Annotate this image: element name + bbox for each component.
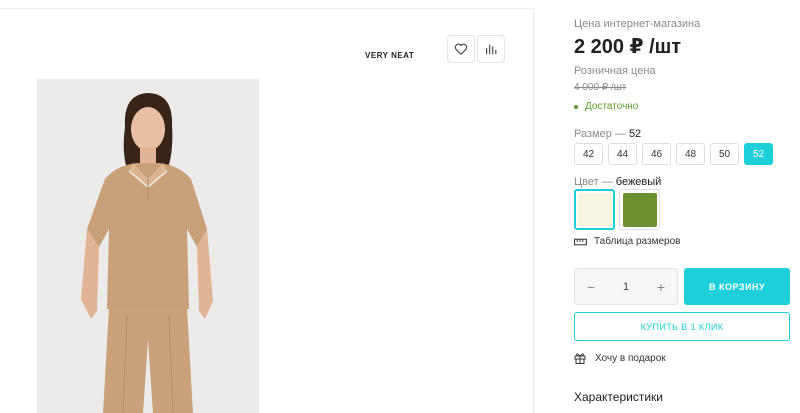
size-label: Размер — 52	[574, 128, 641, 140]
quantity-minus-button[interactable]: −	[587, 279, 595, 295]
size-option[interactable]: 44	[608, 143, 637, 165]
size-table-link[interactable]: Таблица размеров	[574, 236, 680, 247]
online-price-label: Цена интернет-магазина	[574, 18, 701, 30]
retail-price: 4 000 ₽ /шт	[574, 82, 627, 93]
specs-heading[interactable]: Характеристики	[574, 390, 663, 404]
quantity-stepper: − 1 +	[574, 268, 678, 305]
buy-one-click-button[interactable]: КУПИТЬ В 1 КЛИК	[574, 312, 790, 341]
size-table-label: Таблица размеров	[594, 236, 681, 247]
color-label-text: Цвет	[574, 176, 599, 188]
size-selector: 42 44 46 48 50 52	[574, 143, 778, 165]
size-separator: —	[614, 128, 626, 140]
size-option[interactable]: 50	[710, 143, 739, 165]
color-swatch[interactable]	[619, 189, 660, 230]
size-option[interactable]: 48	[676, 143, 705, 165]
quantity-plus-button[interactable]: +	[657, 279, 665, 295]
stock-status-text: Достаточно	[585, 101, 639, 112]
product-page: VERY NEAT Цена интернет-магазина 2 200 ₽…	[0, 0, 800, 413]
size-option[interactable]: 46	[642, 143, 671, 165]
brand-name: VERY NEAT	[365, 51, 415, 60]
favorite-button[interactable]	[447, 35, 475, 63]
quantity-value[interactable]: 1	[623, 281, 629, 293]
size-option-selected[interactable]: 52	[744, 143, 773, 165]
size-option[interactable]: 42	[574, 143, 603, 165]
gift-link-label: Хочу в подарок	[595, 352, 666, 364]
bar-chart-icon	[486, 44, 497, 55]
product-photo[interactable]	[37, 79, 259, 413]
stock-dot-icon	[574, 104, 578, 109]
color-swatch-fill	[577, 192, 612, 227]
stock-status: Достаточно	[574, 101, 638, 112]
online-price: 2 200 ₽ /шт	[574, 36, 682, 58]
color-swatch-fill	[622, 192, 657, 227]
ruler-icon	[574, 238, 587, 245]
retail-price-label: Розничная цена	[574, 65, 656, 77]
color-label: Цвет — бежевый	[574, 176, 661, 188]
product-photo-illustration	[37, 79, 259, 413]
heart-icon	[454, 43, 468, 55]
size-label-text: Размер	[574, 128, 612, 140]
add-to-cart-button[interactable]: В КОРЗИНУ	[684, 268, 790, 305]
color-selected: бежевый	[615, 176, 662, 188]
product-gallery: VERY NEAT	[0, 8, 534, 413]
color-separator: —	[601, 176, 613, 188]
size-selected: 52	[628, 128, 642, 140]
gift-link[interactable]: Хочу в подарок	[574, 352, 666, 364]
color-selector	[574, 189, 664, 230]
buy-panel: Цена интернет-магазина 2 200 ₽ /шт Розни…	[574, 0, 800, 413]
gift-icon	[574, 353, 586, 364]
color-swatch-selected[interactable]	[574, 189, 615, 230]
compare-button[interactable]	[477, 35, 505, 63]
